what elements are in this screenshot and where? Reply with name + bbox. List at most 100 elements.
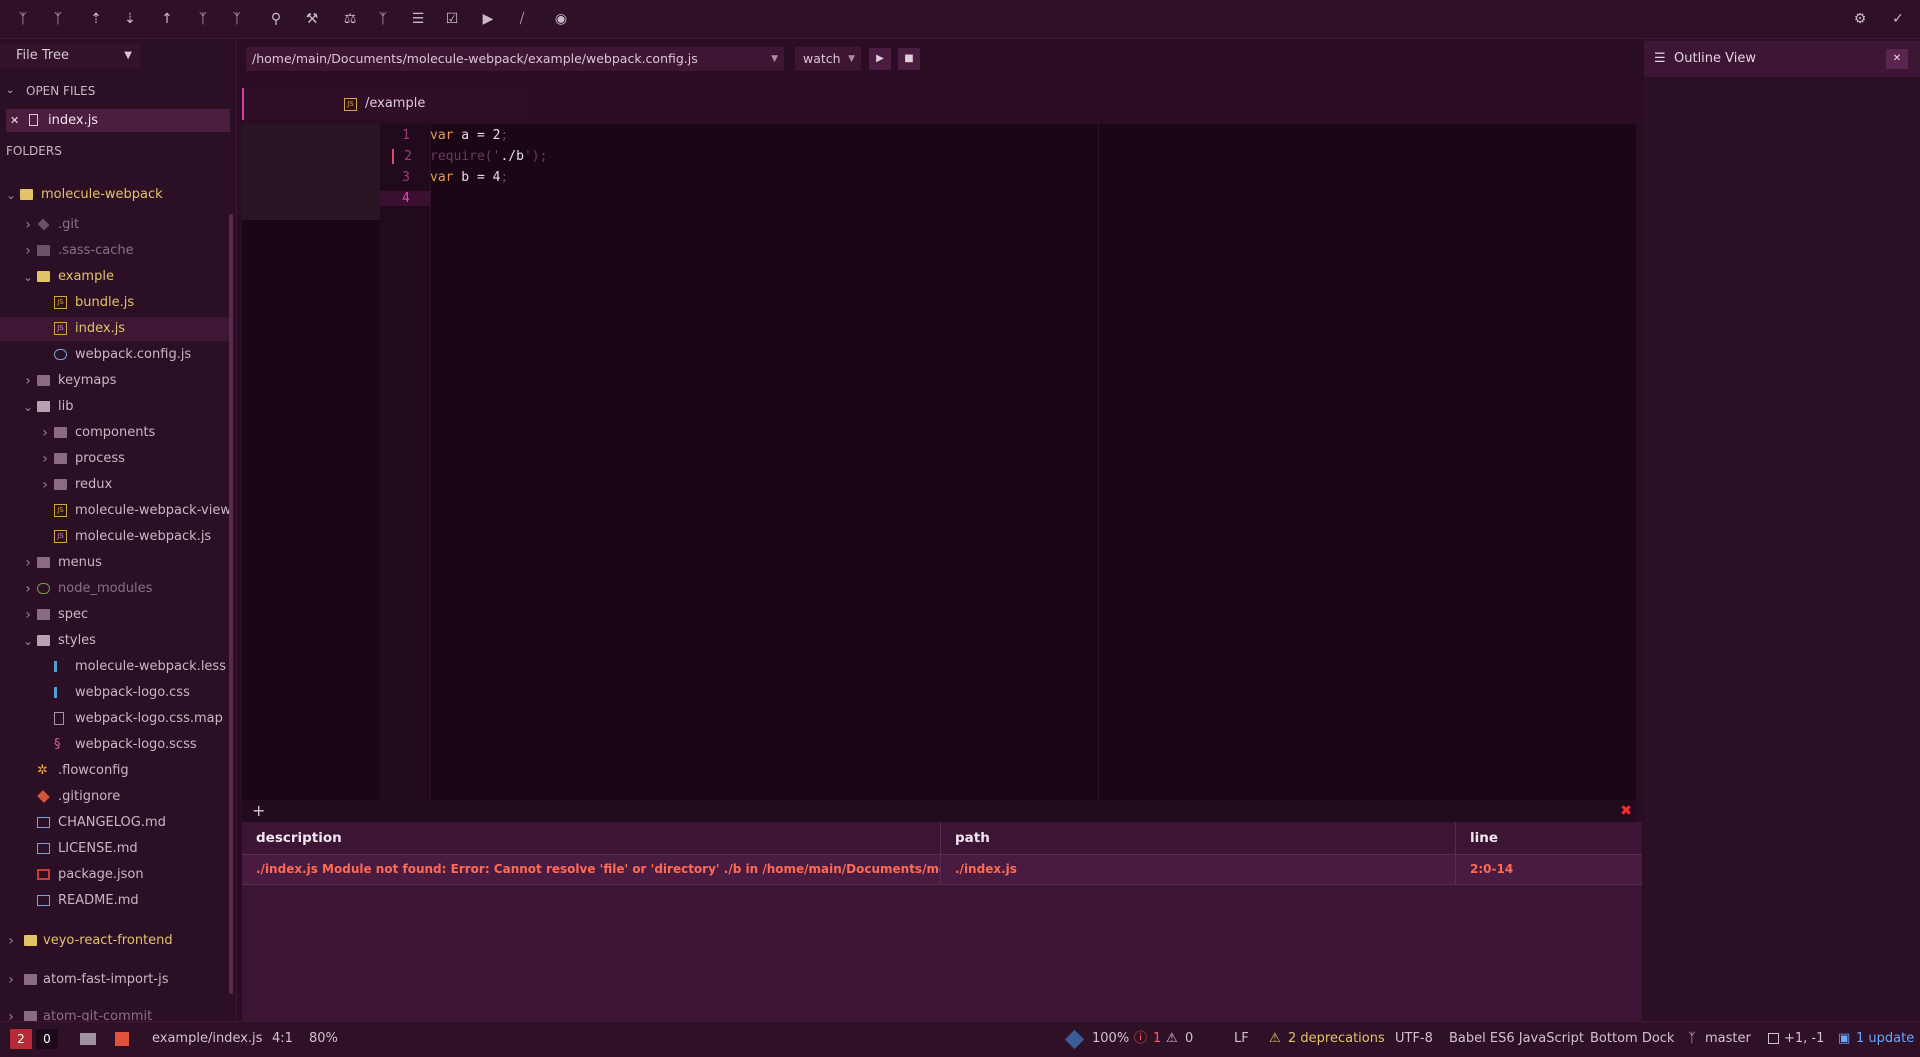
file-item[interactable]: CHANGELOG.md xyxy=(0,811,230,835)
close-icon[interactable]: ✕ xyxy=(1886,49,1908,69)
error-path[interactable]: ./index.js xyxy=(941,855,1456,884)
git-fetch-icon[interactable]: ⇣ xyxy=(120,9,140,29)
chevron-right-icon[interactable]: › xyxy=(22,603,34,627)
file-item[interactable]: JS molecule-webpack.js xyxy=(0,525,230,549)
file-item[interactable]: webpack-logo.css xyxy=(0,681,230,705)
warning-count-badge[interactable]: 0 xyxy=(36,1029,58,1049)
git-merge-icon[interactable]: ᛉ xyxy=(193,9,213,29)
minimap[interactable] xyxy=(242,124,380,220)
file-item[interactable]: package.json xyxy=(0,863,230,887)
table-row[interactable]: ./index.js Module not found: Error: Cann… xyxy=(242,854,1642,885)
tree-scrollbar[interactable] xyxy=(229,214,233,994)
checklist-icon[interactable]: ☑ xyxy=(442,9,462,29)
fork-icon[interactable]: ᛉ xyxy=(373,9,393,29)
close-icon[interactable]: ✖ xyxy=(1620,800,1632,822)
chevron-right-icon[interactable]: › xyxy=(22,577,34,601)
folder-item[interactable]: › menus xyxy=(0,551,230,575)
pin-icon[interactable]: ⚲ xyxy=(266,9,286,29)
git-stash-icon[interactable]: ᛉ xyxy=(227,9,247,29)
open-file-item[interactable]: ✕ index.js xyxy=(6,109,230,132)
file-item[interactable]: JS molecule-webpack-view.j xyxy=(0,499,230,523)
line-ending[interactable]: LF xyxy=(1234,1022,1249,1056)
gear-icon[interactable]: ⚙ xyxy=(1850,9,1870,29)
run-button[interactable]: ▶ xyxy=(869,48,891,70)
webpack-config-select[interactable]: /home/main/Documents/molecule-webpack/ex… xyxy=(246,47,784,71)
column-header-path[interactable]: path xyxy=(941,822,1456,854)
scale-icon[interactable]: ⚖ xyxy=(340,9,360,29)
folder-item[interactable]: › node_modules xyxy=(0,577,230,601)
chevron-down-icon[interactable]: ⌄ xyxy=(22,265,34,289)
chevron-right-icon[interactable]: › xyxy=(22,239,34,263)
column-header-line[interactable]: line xyxy=(1456,822,1642,854)
chevron-right-icon[interactable]: › xyxy=(39,421,51,445)
play-icon[interactable]: ▶ xyxy=(478,9,498,29)
grammar-selector[interactable]: Babel ES6 JavaScript xyxy=(1449,1022,1584,1056)
file-item[interactable]: ✲ .flowconfig xyxy=(0,759,230,783)
chevron-right-icon[interactable]: › xyxy=(5,929,17,953)
folder-item[interactable]: › process xyxy=(0,447,230,471)
tools-icon[interactable]: ⚒ xyxy=(302,9,322,29)
file-item[interactable]: webpack.config.js xyxy=(0,343,230,367)
file-item[interactable]: JS bundle.js xyxy=(0,291,230,315)
close-icon[interactable]: ✕ xyxy=(10,109,19,132)
folder-item[interactable]: › components xyxy=(0,421,230,445)
git-branch[interactable]: master xyxy=(1705,1022,1751,1056)
stop-button[interactable]: ■ xyxy=(898,48,920,70)
folder-item[interactable]: › keymaps xyxy=(0,369,230,393)
folder-item[interactable]: › redux xyxy=(0,473,230,497)
file-item[interactable]: molecule-webpack.less xyxy=(0,655,230,679)
git-diff-stats[interactable]: +1, -1 xyxy=(1784,1022,1824,1056)
chevron-right-icon[interactable]: › xyxy=(39,447,51,471)
git-commit-icon[interactable]: ᛉ xyxy=(13,9,33,29)
check-circle-icon[interactable]: ✓ xyxy=(1888,9,1908,29)
folder-item[interactable]: › .git xyxy=(0,213,230,237)
chevron-right-icon[interactable]: › xyxy=(22,213,34,237)
git-branch-icon[interactable]: ᛉ xyxy=(48,9,68,29)
chevron-right-icon[interactable]: › xyxy=(5,968,17,992)
code-editor[interactable] xyxy=(242,124,1636,800)
file-item[interactable]: README.md xyxy=(0,889,230,913)
lint-warning-icon[interactable]: ⚠ xyxy=(1166,1022,1178,1056)
project-root[interactable]: › veyo-react-frontend xyxy=(0,929,230,953)
todo-icon[interactable] xyxy=(115,1032,129,1046)
dock-toggle[interactable]: Bottom Dock xyxy=(1590,1022,1674,1056)
chevron-right-icon[interactable]: › xyxy=(39,473,51,497)
folder-item[interactable]: ⌄ molecule-webpack xyxy=(0,183,230,207)
encoding[interactable]: UTF-8 xyxy=(1395,1022,1433,1056)
panel-selector[interactable]: File Tree ▼ xyxy=(0,44,140,68)
file-item[interactable]: .gitignore xyxy=(0,785,230,809)
file-item[interactable]: webpack-logo.css.map xyxy=(0,707,230,731)
chevron-down-icon[interactable]: ⌄ xyxy=(22,395,34,419)
terminal-icon[interactable] xyxy=(80,1033,96,1045)
project-root[interactable]: › atom-fast-import-js xyxy=(0,968,230,992)
update-link[interactable]: 1 update xyxy=(1856,1022,1914,1056)
folder-item[interactable]: ⌄ lib xyxy=(0,395,230,419)
folder-item[interactable]: ⌄ styles xyxy=(0,629,230,653)
chevron-down-icon[interactable]: ⌄ xyxy=(5,183,17,207)
folder-item[interactable]: ⌄ example xyxy=(0,265,230,289)
chevron-down-icon[interactable]: ⌄ xyxy=(22,629,34,653)
open-files-header[interactable]: ⌄ OPEN FILES xyxy=(0,80,236,102)
chevron-right-icon[interactable]: › xyxy=(22,551,34,575)
lint-warning-count[interactable]: 0 xyxy=(1185,1022,1193,1056)
list-icon[interactable]: ☰ xyxy=(408,9,428,29)
git-pull-icon[interactable]: ⇡ xyxy=(86,9,106,29)
error-count-badge[interactable]: 2 xyxy=(10,1029,32,1049)
status-file-path[interactable]: example/index.js xyxy=(152,1022,262,1056)
deprecations-link[interactable]: 2 deprecations xyxy=(1288,1022,1385,1056)
editor-tab[interactable]: JS /example xyxy=(242,88,528,120)
add-icon[interactable]: + xyxy=(252,800,265,822)
folder-item[interactable]: › .sass-cache xyxy=(0,239,230,263)
split-icon[interactable]: ⧸ xyxy=(512,9,532,29)
folder-item[interactable]: › spec xyxy=(0,603,230,627)
file-item[interactable]: LICENSE.md xyxy=(0,837,230,861)
chevron-right-icon[interactable]: › xyxy=(22,369,34,393)
cursor-position[interactable]: 4:1 xyxy=(272,1022,293,1056)
lint-error-icon[interactable]: ⓘ xyxy=(1134,1022,1147,1056)
column-header-description[interactable]: description xyxy=(242,822,941,854)
eye-icon[interactable]: ◉ xyxy=(551,9,571,29)
git-push-icon[interactable]: ↑ xyxy=(157,9,177,29)
watch-mode-select[interactable]: watch ▼ xyxy=(795,47,861,71)
file-item[interactable]: JS index.js xyxy=(0,317,230,341)
lint-error-count[interactable]: 1 xyxy=(1153,1022,1161,1056)
